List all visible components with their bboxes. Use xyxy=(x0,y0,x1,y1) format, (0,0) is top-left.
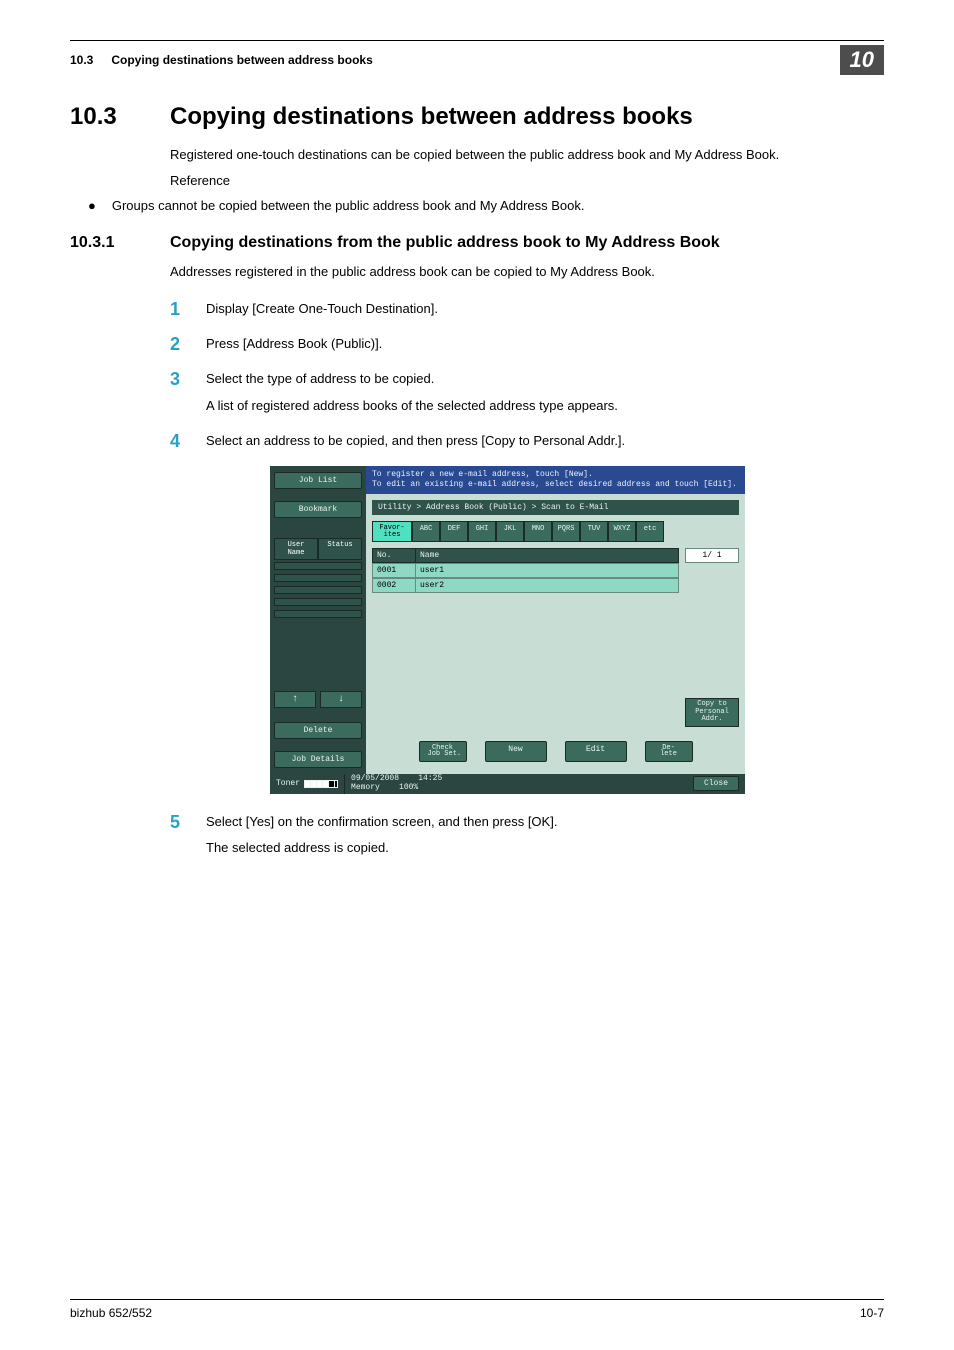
tab-ghi[interactable]: GHI xyxy=(468,521,496,542)
tab-abc[interactable]: ABC xyxy=(412,521,440,542)
tab-wxyz[interactable]: WXYZ xyxy=(608,521,636,542)
page-header: 10.3 Copying destinations between addres… xyxy=(70,45,884,75)
job-row-empty xyxy=(274,574,362,582)
banner-line1: To register a new e-mail address, touch … xyxy=(372,470,739,480)
step-number-4: 4 xyxy=(170,431,186,452)
copy-to-personal-button[interactable]: Copy to Personal Addr. xyxy=(685,698,739,727)
bullet-text: Groups cannot be copied between the publ… xyxy=(112,196,585,216)
toner-bar-icon xyxy=(304,780,338,788)
toner-label: Toner xyxy=(276,779,300,788)
heading1-title: Copying destinations between address boo… xyxy=(170,103,693,131)
device-screenshot: Job List Bookmark User Name Status ↑ ↓ D… xyxy=(270,466,745,794)
job-details-button[interactable]: Job Details xyxy=(274,751,362,768)
table-row[interactable]: 0001 user1 xyxy=(372,563,679,578)
bullet-marker-icon: ● xyxy=(88,196,96,216)
table-cell-no: 0002 xyxy=(372,578,416,593)
table-cell-name: user2 xyxy=(416,578,679,593)
footer-memory-value: 100% xyxy=(399,783,418,792)
close-button[interactable]: Close xyxy=(693,776,739,791)
footer-date: 09/05/2008 xyxy=(351,774,399,783)
tab-jkl[interactable]: JKL xyxy=(496,521,524,542)
header-section-number: 10.3 xyxy=(70,53,93,67)
chapter-badge: 10 xyxy=(840,45,884,75)
bookmark-button[interactable]: Bookmark xyxy=(274,501,362,518)
banner-line2: To edit an existing e-mail address, sele… xyxy=(372,480,739,490)
step-text-4: Select an address to be copied, and then… xyxy=(206,431,625,452)
heading2-title: Copying destinations from the public add… xyxy=(170,234,720,252)
intro-para1: Registered one-touch destinations can be… xyxy=(170,145,884,165)
tab-mno[interactable]: MNO xyxy=(524,521,552,542)
table-header-name: Name xyxy=(416,548,679,563)
step-text-5: Select [Yes] on the confirmation screen,… xyxy=(206,812,557,833)
page-footer: bizhub 652/552 10-7 xyxy=(70,1299,884,1320)
job-row-empty xyxy=(274,610,362,618)
new-button[interactable]: New xyxy=(485,741,547,762)
step-number-5: 5 xyxy=(170,812,186,833)
table-cell-no: 0001 xyxy=(372,563,416,578)
header-section-title: Copying destinations between address boo… xyxy=(111,53,372,67)
table-row[interactable]: 0002 user2 xyxy=(372,578,679,593)
heading2-number: 10.3.1 xyxy=(70,234,144,252)
tab-etc[interactable]: etc xyxy=(636,521,664,542)
intro-para2: Reference xyxy=(170,171,884,191)
step-number-3: 3 xyxy=(170,369,186,390)
username-header: User Name xyxy=(274,538,318,560)
check-job-set-button[interactable]: Check Job Set. xyxy=(419,741,467,762)
step-subtext-3: A list of registered address books of th… xyxy=(206,396,618,417)
step-text-3: Select the type of address to be copied. xyxy=(206,369,618,390)
job-row-empty xyxy=(274,586,362,594)
table-cell-name: user1 xyxy=(416,563,679,578)
instruction-banner: To register a new e-mail address, touch … xyxy=(366,466,745,495)
page-indicator: 1/ 1 xyxy=(685,548,739,563)
delete-button[interactable]: De- lete xyxy=(645,741,693,762)
step-text-2: Press [Address Book (Public)]. xyxy=(206,334,382,355)
h2-intro: Addresses registered in the public addre… xyxy=(170,262,884,282)
tab-favorites[interactable]: Favor- ites xyxy=(372,521,412,542)
delete-job-button[interactable]: Delete xyxy=(274,722,362,739)
step-number-2: 2 xyxy=(170,334,186,355)
heading1-number: 10.3 xyxy=(70,103,144,131)
footer-model: bizhub 652/552 xyxy=(70,1306,152,1320)
address-table: No. Name 0001 user1 0002 user2 xyxy=(372,548,679,735)
footer-page-number: 10-7 xyxy=(860,1306,884,1320)
job-list-tab[interactable]: Job List xyxy=(274,472,362,489)
step-text-1: Display [Create One-Touch Destination]. xyxy=(206,299,438,320)
tab-pqrs[interactable]: PQRS xyxy=(552,521,580,542)
job-row-empty xyxy=(274,562,362,570)
breadcrumb: Utility > Address Book (Public) > Scan t… xyxy=(372,500,739,515)
job-row-empty xyxy=(274,598,362,606)
tab-def[interactable]: DEF xyxy=(440,521,468,542)
scroll-up-button[interactable]: ↑ xyxy=(274,691,316,708)
scroll-down-button[interactable]: ↓ xyxy=(320,691,362,708)
step-number-1: 1 xyxy=(170,299,186,320)
footer-memory-label: Memory xyxy=(351,783,380,792)
table-header-no: No. xyxy=(372,548,416,563)
step-subtext-5: The selected address is copied. xyxy=(206,838,557,859)
footer-time: 14:25 xyxy=(418,774,442,783)
status-header: Status xyxy=(318,538,362,560)
edit-button[interactable]: Edit xyxy=(565,741,627,762)
tab-tuv[interactable]: TUV xyxy=(580,521,608,542)
